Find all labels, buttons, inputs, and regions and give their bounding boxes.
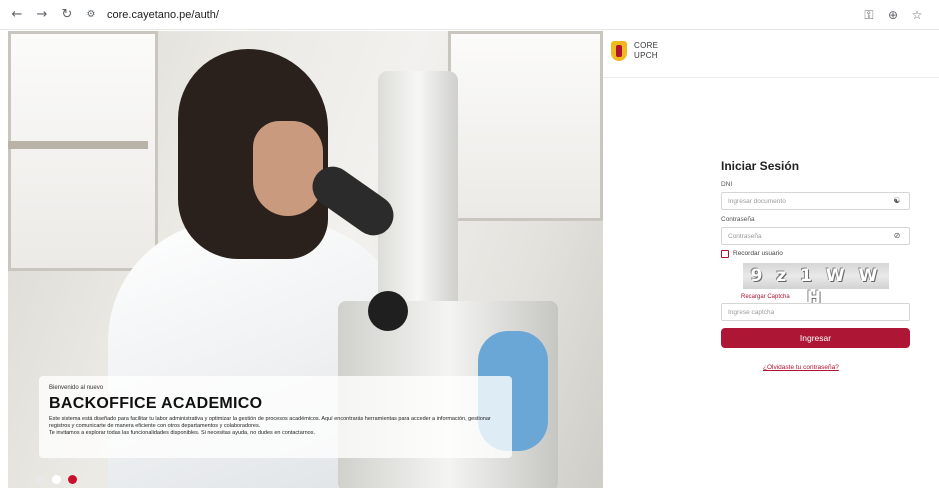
carousel-dot-3-active[interactable]: [68, 475, 77, 484]
remember-label: Recordar usuario: [733, 250, 783, 257]
address-bar[interactable]: ⚙ core.cayetano.pe/auth/: [82, 5, 844, 25]
remember-user[interactable]: Recordar usuario: [721, 249, 911, 259]
hero-banner: Bienvenido al nuevo BACKOFFICE ACADEMICO…: [8, 31, 603, 488]
captcha-placeholder: Ingrese captcha: [728, 309, 775, 316]
password-key-icon[interactable]: ⚿: [860, 6, 878, 24]
dni-placeholder: Ingresar documento: [728, 198, 786, 205]
url-text[interactable]: core.cayetano.pe/auth/: [107, 7, 219, 23]
zoom-icon[interactable]: ⊕: [884, 6, 902, 24]
carousel-dot-1[interactable]: [36, 475, 45, 484]
dni-input[interactable]: Ingresar documento ☯: [721, 192, 910, 210]
reload-icon[interactable]: ↻: [58, 6, 76, 24]
brand-line-1: CORE: [634, 41, 659, 50]
captcha-input[interactable]: Ingrese captcha: [721, 303, 910, 321]
brand-name: CORE UPCH: [634, 41, 658, 61]
password-input[interactable]: Contraseña ⊘: [721, 227, 910, 245]
lab-shelf: [8, 141, 148, 149]
hero-description: Este sistema está diseñado para facilita…: [49, 416, 491, 429]
brand-line-2: UPCH: [634, 51, 658, 60]
dni-label: DNI: [721, 181, 733, 188]
forward-arrow-icon[interactable]: →: [33, 6, 51, 24]
back-arrow-icon[interactable]: ←: [8, 6, 26, 24]
hero-title: BACKOFFICE ACADEMICO: [49, 395, 263, 412]
carousel-dot-2[interactable]: [52, 475, 61, 484]
site-settings-icon[interactable]: ⚙: [82, 6, 100, 24]
form-title: Iniciar Sesión: [721, 159, 800, 173]
hero-welcome: Bienvenido al nuevo: [49, 385, 104, 391]
login-panel: CORE UPCH Iniciar Sesión DNI Ingresar do…: [603, 31, 939, 488]
user-icon: ☯: [893, 196, 901, 205]
remember-checkbox[interactable]: [721, 250, 729, 258]
login-form: Iniciar Sesión DNI Ingresar documento ☯ …: [721, 159, 911, 374]
reload-captcha-link[interactable]: Recargar Captcha: [741, 293, 790, 301]
hero-caption: Bienvenido al nuevo BACKOFFICE ACADEMICO…: [39, 376, 512, 458]
lab-window: [8, 31, 158, 271]
hero-description-2: Te invitamos a explorar todas las funcio…: [49, 430, 315, 436]
password-placeholder: Contraseña: [728, 233, 762, 240]
microscope-knob: [368, 291, 408, 331]
eye-off-icon[interactable]: ⊘: [891, 230, 903, 242]
shield-logo-icon: [611, 41, 627, 61]
login-button[interactable]: Ingresar: [721, 328, 910, 348]
browser-toolbar: ← → ↻ ⚙ core.cayetano.pe/auth/ ⚿ ⊕ ☆: [0, 0, 939, 30]
password-label: Contraseña: [721, 216, 755, 223]
lab-window: [448, 31, 603, 221]
scientist-face: [253, 121, 323, 216]
bookmark-star-icon[interactable]: ☆: [908, 6, 926, 24]
header-divider: [603, 77, 939, 78]
captcha-image: 9 z 1 W W H: [743, 263, 889, 308]
forgot-password-link[interactable]: ¿Olvidaste tu contraseña?: [763, 364, 839, 372]
